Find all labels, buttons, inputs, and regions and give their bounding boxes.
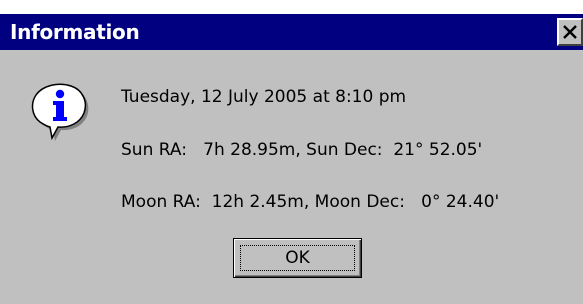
moon-position-line: Moon RA: 12h 2.45m, Moon Dec: 0° 24.40' [121,192,500,212]
close-button[interactable] [557,18,583,46]
dialog-title: Information [10,20,140,44]
information-dialog: Information Tuesday, 12 July 2005 at 8:1… [0,14,583,304]
close-icon [563,25,577,39]
date-line: Tuesday, 12 July 2005 at 8:10 pm [121,87,407,107]
ok-button-label: OK [285,248,310,268]
info-icon [31,83,89,141]
sun-position-line: Sun RA: 7h 28.95m, Sun Dec: 21° 52.05' [121,140,483,160]
title-bar[interactable]: Information [0,14,583,50]
ok-button[interactable]: OK [233,238,362,278]
